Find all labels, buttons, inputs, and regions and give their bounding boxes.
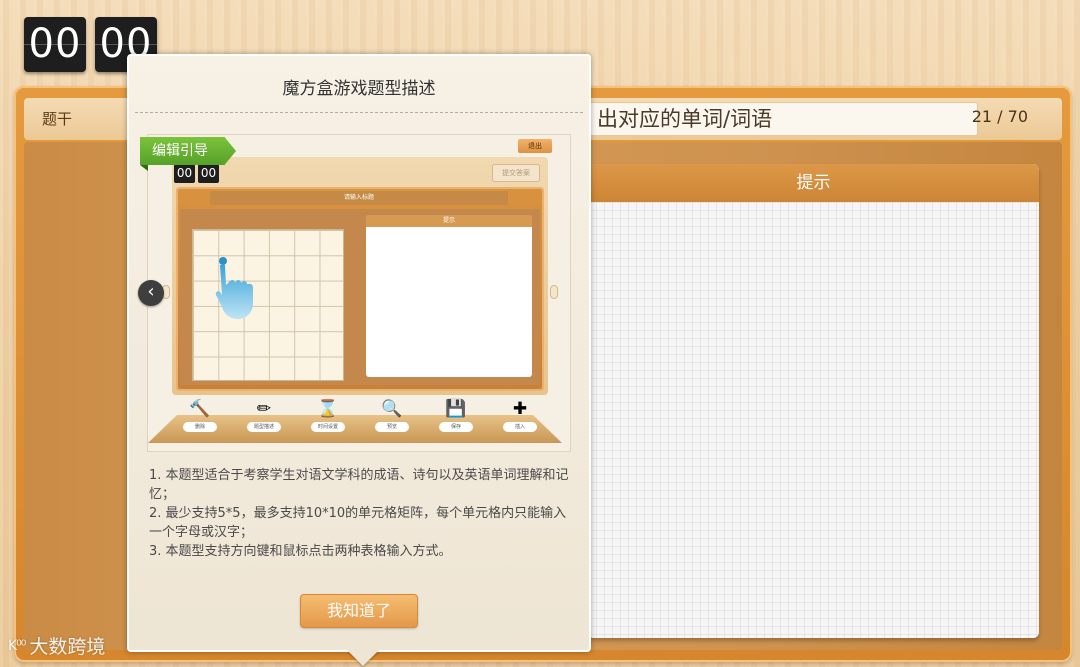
modal-divider xyxy=(135,112,583,113)
preview-submit-button: 提交答案 xyxy=(492,164,540,182)
tool-save: 💾 保存 xyxy=(436,399,476,432)
preview-knob-right xyxy=(550,285,558,299)
modal-title: 魔方盒游戏题型描述 xyxy=(282,79,436,99)
preview-title-field: 请输入标题 xyxy=(210,191,508,205)
pointer-hand-icon xyxy=(215,257,253,319)
tool-label: 插入 xyxy=(503,422,537,432)
watermark-logo: K⁰⁰ xyxy=(8,637,26,654)
tool-label: 保存 xyxy=(439,422,473,432)
preview-timer: 00 00 xyxy=(174,164,219,183)
hourglass-icon: ⌛ xyxy=(317,399,339,419)
tool-label: 预览 xyxy=(375,422,409,432)
description-line: 2. 最少支持5*5，最多支持10*10的单元格矩阵，每个单元格内只能输入一个字… xyxy=(149,506,567,540)
ribbon-fold xyxy=(140,165,148,171)
guide-ribbon: 编辑引导 xyxy=(140,137,236,165)
chevron-left-icon: ‹ xyxy=(147,281,155,302)
description-modal: 魔方盒游戏题型描述 编辑引导 退出 00 00 提交答案 请输入标题 提示 🔨 … xyxy=(127,54,591,666)
magnifier-icon: 🔍 xyxy=(381,399,403,419)
guide-preview: 编辑引导 退出 00 00 提交答案 请输入标题 提示 🔨 删除 ✏ 题型描述 … xyxy=(140,134,571,452)
tool-delete: 🔨 删除 xyxy=(180,399,220,432)
description-line: 1. 本题型适合于考察学生对语文学科的成语、诗句以及英语单词理解和记忆； xyxy=(149,468,569,502)
tool-time: ⌛ 时间设置 xyxy=(308,399,348,432)
page-counter: 21 / 70 xyxy=(971,107,1028,126)
usb-drive-icon: 💾 xyxy=(445,399,467,419)
preview-board: 00 00 提交答案 请输入标题 提示 xyxy=(162,157,558,395)
preview-toolbar: 🔨 删除 ✏ 题型描述 ⌛ 时间设置 🔍 预览 💾 保存 ✚ 插入 xyxy=(180,399,540,432)
description-text: 1. 本题型适合于考察学生对语文学科的成语、诗句以及英语单词理解和记忆； 2. … xyxy=(149,466,577,561)
description-line: 3. 本题型支持方向键和鼠标点击两种表格输入方式。 xyxy=(149,544,452,559)
modal-pointer-arrow xyxy=(347,650,379,666)
timer-minutes: 00 xyxy=(24,17,86,72)
insert-icon: ✚ xyxy=(512,399,528,419)
got-it-button[interactable]: 我知道了 xyxy=(300,594,418,628)
preview-exit-button: 退出 xyxy=(518,139,552,153)
tool-label: 时间设置 xyxy=(311,422,345,432)
watermark: K⁰⁰ 大数跨境 xyxy=(8,632,105,659)
stem-label: 题干 xyxy=(42,110,73,128)
tool-description: ✏ 题型描述 xyxy=(244,399,284,432)
preview-hint-title: 提示 xyxy=(366,215,532,227)
tool-label: 题型描述 xyxy=(247,422,281,432)
hammer-icon: 🔨 xyxy=(189,399,211,419)
tool-insert: ✚ 插入 xyxy=(500,399,540,432)
tool-label: 删除 xyxy=(183,422,217,432)
preview-timer-minutes: 00 xyxy=(174,164,195,183)
preview-hint-area xyxy=(366,227,532,377)
hint-panel: 提示 xyxy=(588,164,1039,638)
prev-slide-button[interactable]: ‹ xyxy=(138,280,164,306)
pencil-icon: ✏ xyxy=(256,399,272,419)
watermark-text: 大数跨境 xyxy=(29,636,106,658)
preview-timer-seconds: 00 xyxy=(198,164,219,183)
hint-title: 提示 xyxy=(588,164,1039,202)
tool-preview: 🔍 预览 xyxy=(372,399,412,432)
hint-area[interactable] xyxy=(588,202,1039,638)
